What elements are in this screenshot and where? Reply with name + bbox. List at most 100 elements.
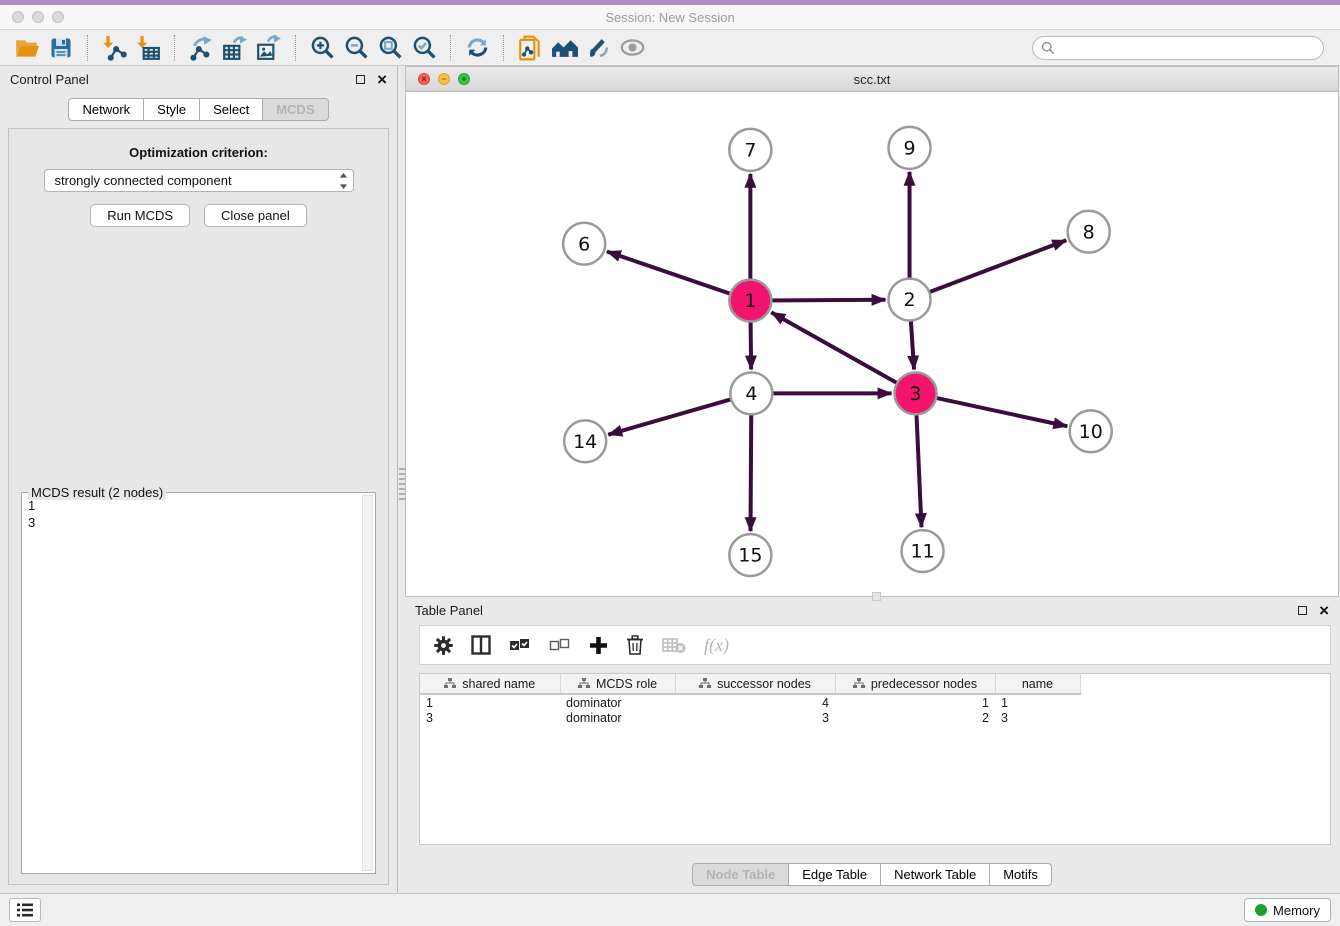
- network-canvas[interactable]: 1 2 3 4 6 7 8 9 10 11 14 15: [406, 92, 1338, 596]
- result-scrollbar[interactable]: [362, 495, 373, 871]
- import-table-icon[interactable]: [131, 33, 165, 63]
- cell-successor-nodes[interactable]: 3: [675, 710, 835, 726]
- tab-mcds[interactable]: MCDS: [263, 98, 328, 121]
- cell-MCDS-role[interactable]: dominator: [560, 694, 675, 710]
- column-header-MCDS-role[interactable]: MCDS role: [560, 674, 675, 694]
- edge-3-1[interactable]: [771, 312, 915, 393]
- edge-3-10[interactable]: [916, 393, 1068, 426]
- column-header-predecessor-nodes[interactable]: predecessor nodes: [835, 674, 995, 694]
- mcds-result-list[interactable]: 13: [28, 497, 361, 871]
- memory-status-icon: [1255, 904, 1267, 916]
- edge-2-8[interactable]: [910, 240, 1067, 299]
- table-row[interactable]: 1dominator411: [420, 694, 1080, 710]
- task-history-button[interactable]: [9, 898, 41, 922]
- houses-icon[interactable]: [547, 33, 581, 63]
- run-mcds-button[interactable]: Run MCDS: [90, 204, 190, 227]
- cell-shared-name[interactable]: 3: [420, 710, 560, 726]
- zoom-selected-icon[interactable]: [407, 33, 441, 63]
- cell-MCDS-role[interactable]: dominator: [560, 710, 675, 726]
- graph-node-7[interactable]: 7: [729, 129, 771, 171]
- float-panel-icon[interactable]: [356, 75, 365, 84]
- column-header-successor-nodes[interactable]: successor nodes: [675, 674, 835, 694]
- graph-node-1[interactable]: 1: [729, 280, 771, 322]
- select-all-checkboxes-icon[interactable]: [509, 637, 531, 653]
- graph-node-4[interactable]: 4: [730, 372, 772, 414]
- table-row[interactable]: 3dominator323: [420, 710, 1080, 726]
- graph-node-8[interactable]: 8: [1068, 211, 1110, 253]
- node-label: 2: [903, 289, 915, 311]
- node-label: 15: [738, 545, 762, 567]
- close-panel-icon[interactable]: ×: [377, 71, 387, 88]
- tab-motifs[interactable]: Motifs: [990, 863, 1052, 886]
- control-panel-header: Control Panel ×: [0, 66, 397, 92]
- deselect-all-checkboxes-icon[interactable]: [549, 637, 571, 653]
- graph-node-14[interactable]: 14: [564, 420, 606, 462]
- graph-node-11[interactable]: 11: [902, 530, 944, 572]
- horizontal-splitter-grip[interactable]: [872, 592, 881, 601]
- graph-node-9[interactable]: 9: [889, 127, 931, 169]
- graph-node-3[interactable]: 3: [895, 372, 937, 414]
- hierarchy-icon: [699, 678, 711, 689]
- function-builder-icon[interactable]: f(x): [704, 635, 729, 656]
- export-image-icon[interactable]: [252, 33, 286, 63]
- float-table-panel-icon[interactable]: [1298, 606, 1307, 615]
- tab-style[interactable]: Style: [144, 98, 200, 121]
- cell-predecessor-nodes[interactable]: 2: [835, 710, 995, 726]
- tab-network-table[interactable]: Network Table: [881, 863, 990, 886]
- network-view-titlebar[interactable]: × − + scc.txt: [406, 67, 1338, 92]
- graph-node-10[interactable]: 10: [1070, 410, 1112, 452]
- node-label: 4: [745, 383, 757, 405]
- graph-canvas[interactable]: 1 2 3 4 6 7 8 9 10 11 14 15: [406, 92, 1338, 596]
- cell-predecessor-nodes[interactable]: 1: [835, 694, 995, 710]
- graph-node-2[interactable]: 2: [889, 279, 931, 321]
- import-network-icon[interactable]: [97, 33, 131, 63]
- tab-node-table[interactable]: Node Table: [692, 863, 789, 886]
- copy-network-icon[interactable]: [513, 33, 547, 63]
- paintbrush-icon[interactable]: [581, 33, 615, 63]
- trash-icon[interactable]: [626, 635, 644, 655]
- add-icon[interactable]: [589, 636, 608, 655]
- export-network-icon[interactable]: [184, 33, 218, 63]
- zoom-out-icon[interactable]: [339, 33, 373, 63]
- criterion-select[interactable]: strongly connected component: [44, 169, 354, 192]
- result-item[interactable]: 1: [28, 497, 361, 514]
- cell-name[interactable]: 1: [995, 694, 1080, 710]
- search-input[interactable]: [1060, 40, 1315, 55]
- main-toolbar: [0, 30, 1340, 66]
- eye-icon[interactable]: [615, 33, 649, 63]
- export-table-icon[interactable]: [218, 33, 252, 63]
- edge-4-14[interactable]: [608, 393, 751, 434]
- tab-network[interactable]: Network: [68, 98, 144, 121]
- delete-table-icon[interactable]: [662, 636, 686, 654]
- vertical-splitter-grip[interactable]: [399, 468, 405, 502]
- hierarchy-icon: [853, 678, 865, 689]
- column-label: successor nodes: [717, 677, 811, 691]
- close-panel-button[interactable]: Close panel: [204, 204, 307, 227]
- tab-edge-table[interactable]: Edge Table: [789, 863, 881, 886]
- refresh-icon[interactable]: [460, 33, 494, 63]
- tab-select[interactable]: Select: [200, 98, 263, 121]
- column-label: MCDS role: [596, 677, 657, 691]
- save-icon[interactable]: [44, 33, 78, 63]
- edge-1-6[interactable]: [607, 251, 750, 300]
- cell-successor-nodes[interactable]: 4: [675, 694, 835, 710]
- result-item[interactable]: 3: [28, 514, 361, 531]
- node-table[interactable]: shared name MCDS role successor nodes prede…: [419, 673, 1331, 845]
- split-columns-icon[interactable]: [471, 635, 491, 655]
- memory-button[interactable]: Memory: [1244, 898, 1331, 922]
- column-header-name[interactable]: name: [995, 674, 1080, 694]
- graph-node-15[interactable]: 15: [729, 534, 771, 576]
- node-label: 9: [903, 138, 915, 160]
- cell-shared-name[interactable]: 1: [420, 694, 560, 710]
- close-table-panel-icon[interactable]: ×: [1319, 602, 1329, 619]
- zoom-in-icon[interactable]: [305, 33, 339, 63]
- column-header-shared-name[interactable]: shared name: [420, 674, 560, 694]
- search-box[interactable]: [1032, 36, 1324, 60]
- application-window: Session: New Session: [0, 0, 1340, 926]
- cell-name[interactable]: 3: [995, 710, 1080, 726]
- open-folder-icon[interactable]: [10, 33, 44, 63]
- node-label: 6: [578, 233, 590, 255]
- gear-icon[interactable]: [434, 636, 453, 655]
- zoom-fit-icon[interactable]: [373, 33, 407, 63]
- graph-node-6[interactable]: 6: [563, 223, 605, 265]
